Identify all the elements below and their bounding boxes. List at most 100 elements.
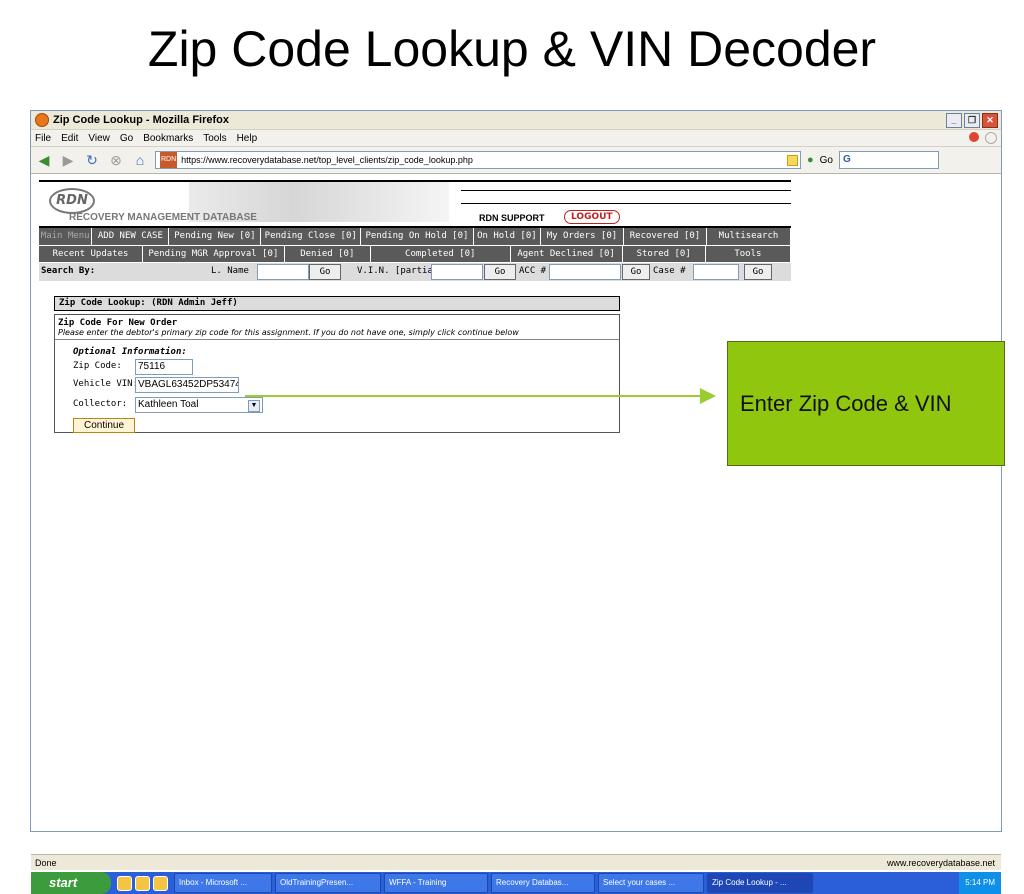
vin-go-button[interactable]: Go: [484, 264, 516, 280]
vehicle-vin-input[interactable]: VBAGL63452DP53474: [135, 377, 239, 393]
acc-go-button[interactable]: Go: [622, 264, 650, 280]
menu-bar: File Edit View Go Bookmarks Tools Help: [31, 130, 1001, 147]
taskbar-item-recovery-db[interactable]: Recovery Databas...: [491, 873, 595, 893]
search-engine-box[interactable]: G: [839, 151, 939, 169]
site-banner: RDN RECOVERY MANAGEMENT DATABASE RDN SUP…: [39, 180, 791, 228]
tab-on-hold[interactable]: On Hold [0]: [474, 228, 541, 245]
page-content: RDN RECOVERY MANAGEMENT DATABASE RDN SUP…: [31, 174, 1001, 894]
zip-code-input[interactable]: 75116: [135, 359, 193, 375]
tab-pending-mgr-approval[interactable]: Pending MGR Approval [0]: [143, 246, 285, 262]
menu-go[interactable]: Go: [120, 133, 133, 144]
tab-denied[interactable]: Denied [0]: [285, 246, 371, 262]
search-row: Search By: L. Name Go V.I.N. [partial] G…: [39, 263, 791, 281]
back-icon[interactable]: ◀: [35, 151, 53, 169]
brand-text: RECOVERY MANAGEMENT DATABASE: [69, 212, 257, 223]
outlook-quicklaunch-icon[interactable]: [117, 875, 132, 891]
address-bar[interactable]: RDN https://www.recoverydatabase.net/top…: [155, 151, 801, 169]
slide-title: Zip Code Lookup & VIN Decoder: [147, 21, 877, 77]
restore-button[interactable]: ❐: [964, 112, 980, 128]
last-name-label: L. Name: [211, 266, 249, 276]
tab-my-orders[interactable]: My Orders [0]: [541, 228, 624, 245]
form-title: Zip Code For New Order: [58, 318, 178, 328]
collector-select[interactable]: Kathleen Toal ▼: [135, 397, 263, 413]
reload-icon[interactable]: ↻: [83, 151, 101, 169]
last-name-go-button[interactable]: Go: [309, 264, 341, 280]
lock-icon: [787, 154, 798, 166]
vin-search-input[interactable]: [431, 264, 483, 280]
tab-recovered[interactable]: Recovered [0]: [624, 228, 707, 245]
menu-help[interactable]: Help: [237, 133, 258, 144]
acc-label: ACC #: [519, 266, 547, 276]
quick-launch: [117, 875, 168, 891]
stop-indicator-icon: [969, 132, 979, 142]
status-domain: www.recoverydatabase.net: [886, 857, 995, 868]
collector-value: Kathleen Toal: [138, 399, 199, 410]
case-label: Case #: [653, 266, 686, 276]
annotation-arrow-head: [700, 388, 716, 404]
logout-button[interactable]: LOGOUT: [564, 210, 620, 224]
form-instructions: Please enter the debtor's primary zip co…: [58, 328, 519, 337]
menu-edit[interactable]: Edit: [61, 133, 78, 144]
go-button-label[interactable]: Go: [820, 155, 833, 166]
taskbar-item-select-cases[interactable]: Select your cases ...: [598, 873, 704, 893]
windows-taskbar: start Inbox - Microsoft ... OldTrainingP…: [31, 872, 1001, 894]
last-name-input[interactable]: [257, 264, 309, 280]
form-divider: [55, 339, 619, 340]
rdn-support-link[interactable]: RDN SUPPORT: [479, 213, 545, 223]
tab-recent-updates[interactable]: Recent Updates: [39, 246, 144, 262]
case-go-button[interactable]: Go: [744, 264, 772, 280]
browser-window: Zip Code Lookup - Mozilla Firefox _ ❐ ✕ …: [30, 110, 1002, 894]
close-button[interactable]: ✕: [982, 112, 998, 128]
panel-header: Zip Code Lookup: (RDN Admin Jeff): [54, 296, 620, 311]
throbber-icon: [985, 132, 997, 144]
taskbar-item-inbox[interactable]: Inbox - Microsoft ...: [174, 873, 272, 893]
tab-agent-declined[interactable]: Agent Declined [0]: [511, 246, 623, 262]
tab-stored[interactable]: Stored [0]: [623, 246, 706, 262]
case-input[interactable]: [693, 264, 739, 280]
status-text: Done: [35, 857, 57, 868]
tab-add-new-case[interactable]: ADD NEW CASE: [92, 228, 170, 245]
taskbar-item-zip-lookup[interactable]: Zip Code Lookup - ...: [707, 873, 813, 893]
taskbar-item-wffa[interactable]: WFFA - Training: [384, 873, 488, 893]
main-nav-row-2: Recent Updates Pending MGR Approval [0] …: [39, 246, 791, 262]
go-arrow-icon[interactable]: ●: [807, 154, 814, 166]
tab-pending-new[interactable]: Pending New [0]: [169, 228, 262, 245]
tab-pending-close[interactable]: Pending Close [0]: [261, 228, 362, 245]
menu-bookmarks[interactable]: Bookmarks: [143, 133, 193, 144]
site-favicon-icon: RDN: [160, 152, 178, 168]
annotation-callout: Enter Zip Code & VIN: [727, 341, 1005, 466]
window-title: Zip Code Lookup - Mozilla Firefox: [53, 114, 229, 126]
continue-button[interactable]: Continue: [73, 418, 135, 433]
chevron-down-icon[interactable]: ▼: [248, 400, 260, 412]
banner-lines: [461, 190, 791, 204]
acc-input[interactable]: [549, 264, 621, 280]
zip-code-form: Zip Code For New Order Please enter the …: [54, 314, 620, 433]
vehicle-vin-label: Vehicle VIN:: [73, 379, 139, 389]
tab-main-menu[interactable]: Main Menu: [39, 228, 93, 245]
tab-completed[interactable]: Completed [0]: [371, 246, 511, 262]
system-tray-clock: 5:14 PM: [959, 872, 1001, 894]
firefox-quicklaunch-icon[interactable]: [153, 875, 168, 891]
home-icon[interactable]: ⌂: [131, 151, 149, 169]
url-text: https://www.recoverydatabase.net/top_lev…: [181, 155, 473, 165]
forward-icon[interactable]: ▶: [59, 151, 77, 169]
start-button[interactable]: start: [31, 872, 111, 894]
status-bar: Done www.recoverydatabase.net: [31, 854, 1001, 870]
taskbar-item-oldtraining[interactable]: OldTrainingPresen...: [275, 873, 381, 893]
firefox-icon: [35, 113, 49, 127]
minimize-button[interactable]: _: [946, 112, 962, 128]
title-bar: Zip Code Lookup - Mozilla Firefox _ ❐ ✕: [31, 111, 1001, 130]
zip-code-label: Zip Code:: [73, 361, 122, 371]
menu-view[interactable]: View: [88, 133, 110, 144]
stop-icon[interactable]: ⊗: [107, 151, 125, 169]
tab-pending-on-hold[interactable]: Pending On Hold [0]: [361, 228, 474, 245]
tab-multisearch[interactable]: Multisearch: [707, 228, 791, 245]
annotation-arrow-line: [245, 395, 705, 397]
ie-quicklaunch-icon[interactable]: [135, 875, 150, 891]
optional-info-heading: Optional Information:: [73, 347, 187, 357]
menu-file[interactable]: File: [35, 133, 51, 144]
menu-tools[interactable]: Tools: [203, 133, 226, 144]
search-by-label: Search By:: [41, 266, 96, 276]
rdn-logo: RDN: [49, 188, 95, 214]
tab-tools[interactable]: Tools: [706, 246, 791, 262]
